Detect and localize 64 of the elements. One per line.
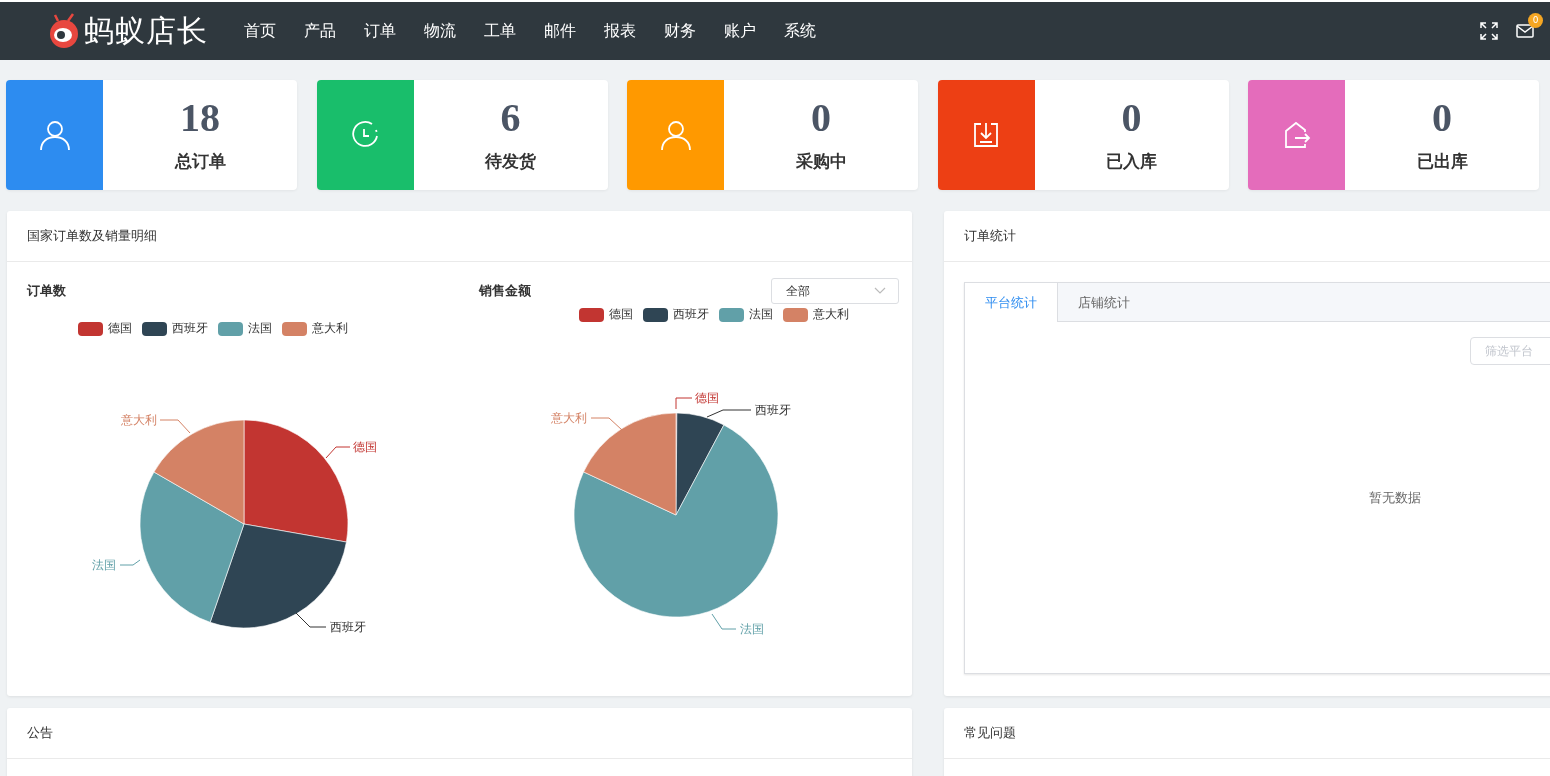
leader-line xyxy=(295,612,327,628)
leader-line xyxy=(706,409,752,418)
platform-filter-field[interactable]: 筛选平台 xyxy=(1470,337,1550,365)
slice-label: 法国 xyxy=(92,558,116,572)
legend-item[interactable]: 德国 xyxy=(78,320,132,337)
filter-dropdown[interactable]: 全部 xyxy=(771,278,899,304)
stat-value: 18 xyxy=(180,97,220,138)
person-icon xyxy=(658,118,693,152)
legend-item[interactable]: 法国 xyxy=(218,320,272,337)
clock-icon xyxy=(350,120,380,150)
legend-item[interactable]: 法国 xyxy=(719,306,773,323)
leader-line xyxy=(325,446,351,459)
stat-label: 待发货 xyxy=(485,149,536,173)
stat-label: 采购中 xyxy=(795,149,847,173)
panel-title: 订单统计 xyxy=(964,227,1016,245)
slice-label: 意大利 xyxy=(551,411,587,425)
stat-value: 0 xyxy=(1121,97,1142,138)
nav-link[interactable]: 首页 xyxy=(230,20,290,42)
slice-label: 德国 xyxy=(353,440,377,454)
nav-link[interactable]: 订单 xyxy=(350,20,410,42)
leader-line xyxy=(159,419,191,434)
stat-value: 6 xyxy=(500,97,521,138)
fullscreen-icon[interactable] xyxy=(1480,22,1498,40)
stat-label: 已入库 xyxy=(1106,149,1157,173)
nav-link[interactable]: 财务 xyxy=(650,20,710,42)
caret-icon xyxy=(874,287,886,295)
nav-link[interactable]: 邮件 xyxy=(530,20,590,42)
leader-line xyxy=(675,397,693,410)
chart-title: 订单数 xyxy=(27,282,66,300)
legend-item[interactable]: 意大利 xyxy=(282,320,348,337)
legend-item[interactable]: 西班牙 xyxy=(142,320,208,337)
stat-value: 0 xyxy=(811,97,831,138)
nav-link[interactable]: 工单 xyxy=(470,20,530,42)
empty-message: 暂无数据 xyxy=(1369,489,1421,507)
slice-label: 德国 xyxy=(695,391,719,405)
slice-label: 意大利 xyxy=(121,413,157,427)
download-icon xyxy=(972,121,1000,149)
leader-line xyxy=(711,613,737,630)
slice-label: 西班牙 xyxy=(330,620,366,634)
slice-label: 西班牙 xyxy=(755,403,791,417)
panel-title: 常见问题 xyxy=(964,724,1016,742)
panel-title: 公告 xyxy=(27,724,53,742)
tab[interactable]: 店铺统计 xyxy=(1058,283,1150,322)
nav-link[interactable]: 账户 xyxy=(710,20,770,42)
logo-text: 蚂蚁店长 xyxy=(84,11,208,50)
leader-line xyxy=(119,559,141,566)
nav-link[interactable]: 物流 xyxy=(410,20,470,42)
mail-icon[interactable] xyxy=(1516,24,1534,38)
nav-link[interactable]: 产品 xyxy=(290,20,350,42)
slice-label: 法国 xyxy=(740,622,764,636)
nav-link[interactable]: 报表 xyxy=(590,20,650,42)
legend-item[interactable]: 意大利 xyxy=(783,306,849,323)
notification-badge: 0 xyxy=(1528,13,1543,28)
stat-label: 已出库 xyxy=(1416,149,1468,173)
panel-title: 国家订单数及销量明细 xyxy=(27,227,157,245)
stat-value: 0 xyxy=(1432,97,1452,138)
chart-title: 销售金额 xyxy=(479,282,531,300)
leader-line xyxy=(590,417,623,431)
tab[interactable]: 平台统计 xyxy=(965,283,1058,322)
person-icon xyxy=(37,118,72,152)
legend-item[interactable]: 西班牙 xyxy=(643,306,709,323)
legend-item[interactable]: 德国 xyxy=(579,306,633,323)
nav-link[interactable]: 系统 xyxy=(770,20,830,42)
stat-label: 总订单 xyxy=(174,149,226,173)
